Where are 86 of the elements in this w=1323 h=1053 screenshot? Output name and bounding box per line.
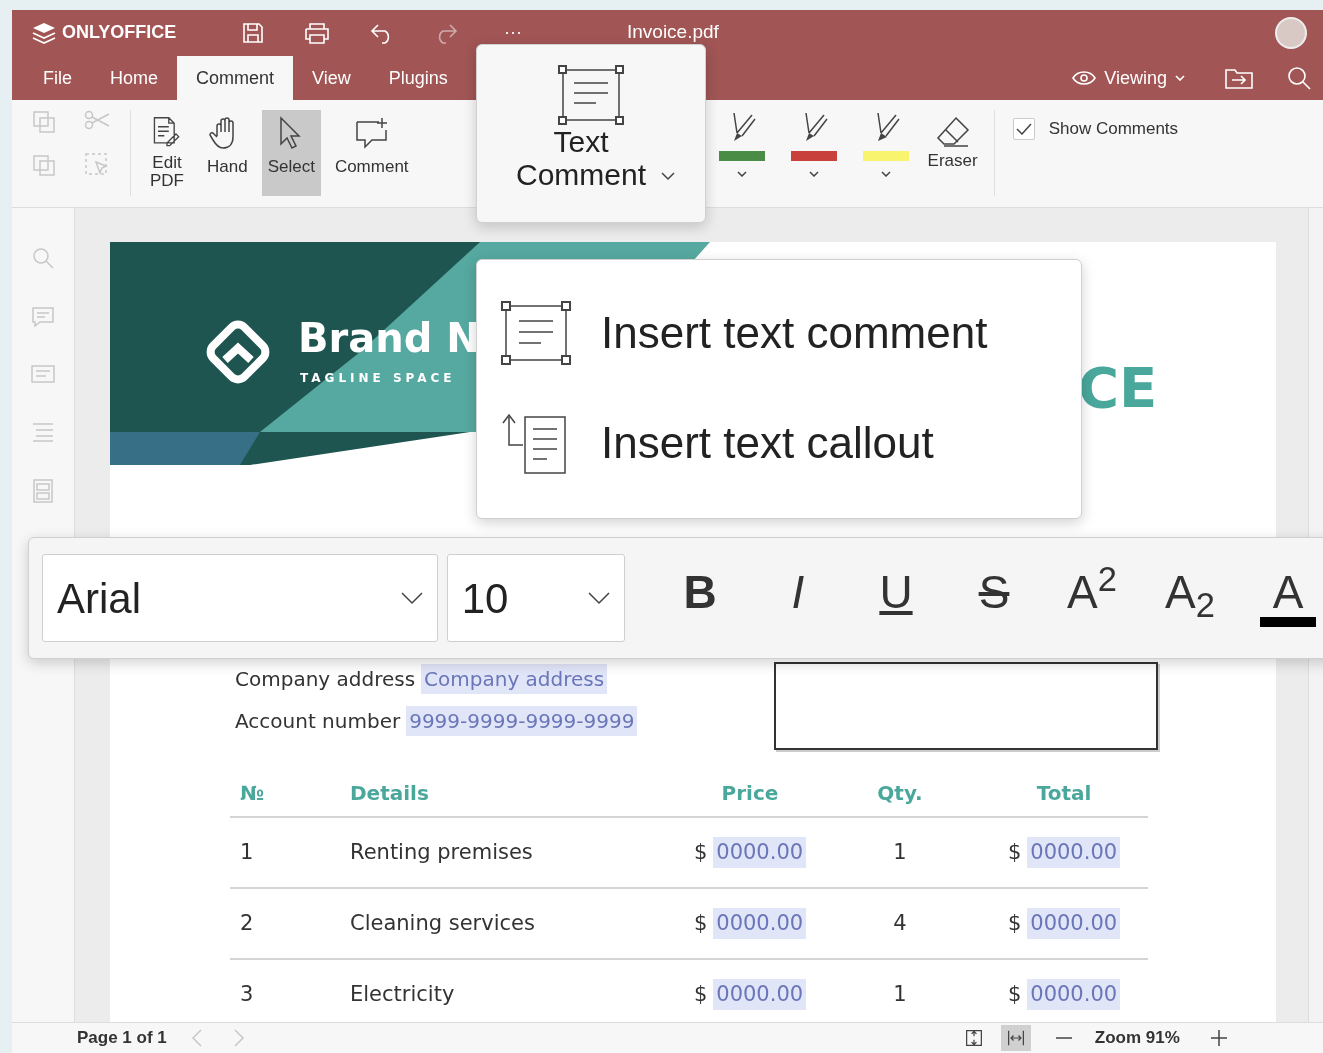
page-indicator: Page 1 of 1: [77, 1027, 167, 1050]
bold-button[interactable]: B: [651, 568, 749, 628]
tagline: TAGLINE SPACE: [300, 370, 456, 387]
caret-icon: [880, 171, 891, 177]
tab[interactable]: View: [293, 56, 370, 100]
menu-item[interactable]: Insert text callout: [501, 388, 1081, 498]
zoom-in-icon[interactable]: [1209, 1029, 1228, 1047]
color-button[interactable]: A: [1239, 568, 1323, 628]
save-icon[interactable]: [242, 21, 264, 44]
text-comment-button[interactable]: Text Comment: [476, 44, 706, 223]
italic-button[interactable]: I: [749, 568, 847, 628]
thumbnails-icon[interactable]: [32, 478, 54, 504]
amount: 0000.00: [713, 978, 807, 1011]
field-value: 9999-9999-9999-9999: [406, 706, 638, 736]
tool-button[interactable]: Comment: [328, 110, 415, 196]
more-button[interactable]: ···: [504, 19, 522, 46]
field-label: Account number: [235, 708, 401, 735]
currency-sign: $: [693, 838, 708, 866]
caret-icon: [661, 172, 675, 181]
table-cell-text: 1: [239, 838, 255, 866]
font-dropdown[interactable]: Arial: [42, 554, 438, 642]
check-icon: [1015, 122, 1032, 135]
currency-sign: $: [1007, 838, 1022, 866]
tool-button[interactable]: Hand: [201, 110, 254, 196]
document-title: Invoice.pdf: [627, 20, 719, 45]
text-comment-icon: [558, 65, 624, 125]
show-comments-checkbox[interactable]: [1012, 117, 1035, 140]
currency-sign: $: [693, 980, 708, 1008]
fit-width-button[interactable]: [1000, 1025, 1031, 1051]
zoom-level: Zoom 91%: [1094, 1027, 1180, 1050]
tab[interactable]: Home: [91, 56, 178, 100]
avatar[interactable]: [1275, 16, 1307, 49]
caret-icon: [808, 171, 819, 177]
comment-plus-icon: [353, 116, 390, 152]
tool-button[interactable]: Edit PDF: [141, 110, 193, 196]
column-header: Price: [721, 780, 779, 807]
caret-icon: [1175, 75, 1185, 81]
amount: 0000.00: [713, 907, 807, 940]
table-cell-text: 4: [893, 909, 907, 937]
table-cell-text: Cleaning services: [350, 909, 536, 937]
amount: 0000.00: [1027, 978, 1121, 1011]
print-icon[interactable]: [304, 21, 330, 44]
currency-sign: $: [1007, 909, 1022, 937]
menu-item[interactable]: Insert text comment: [501, 278, 1081, 388]
tab[interactable]: File: [24, 56, 91, 100]
eye-icon: [1072, 70, 1097, 86]
amount: 0000.00: [1027, 907, 1121, 940]
tab[interactable]: Comment: [177, 56, 294, 100]
column-header: №: [239, 780, 266, 807]
column-header: Qty.: [877, 780, 923, 807]
fit-page-icon: [964, 1027, 983, 1049]
table-cell-text: Renting premises: [350, 838, 534, 866]
font-size-dropdown[interactable]: 10: [446, 554, 625, 642]
table-cell-text: 3: [239, 980, 255, 1008]
superscript-button[interactable]: A$^{2}$: [1043, 568, 1141, 628]
text-comment-icon: [501, 301, 571, 365]
underline-button[interactable]: U: [847, 568, 945, 628]
tab[interactable]: Plugins: [369, 56, 467, 100]
logo-text: ONLYOFFICE: [62, 21, 177, 44]
table-cell-text: 1: [893, 838, 907, 866]
search-icon[interactable]: [1287, 66, 1311, 90]
currency-sign: $: [1007, 980, 1022, 1008]
eraser-button[interactable]: Eraser: [921, 110, 984, 196]
field-value: Company address: [421, 664, 608, 694]
brand-name: Brand N: [298, 316, 480, 360]
caret-icon: [588, 591, 610, 605]
column-header: Total: [1036, 780, 1092, 807]
amount: 0000.00: [713, 836, 807, 869]
field-label: Company address: [235, 666, 416, 693]
show-comments-label: Show Comments: [1048, 118, 1179, 140]
table-cell-text: 1: [893, 980, 907, 1008]
tool-button[interactable]: Select: [261, 110, 321, 196]
caret-icon: [400, 591, 423, 605]
amount: 0000.00: [1027, 836, 1121, 869]
viewing-mode-dropdown[interactable]: Viewing: [1066, 63, 1191, 93]
table-cell-text: 2: [239, 909, 255, 937]
layers-icon: [32, 21, 56, 44]
strike-button[interactable]: S: [945, 568, 1043, 628]
currency-sign: $: [693, 909, 708, 937]
caret-icon: [736, 171, 747, 177]
table-cell-text: Electricity: [350, 980, 456, 1008]
column-header: Details: [350, 780, 430, 807]
folder-arrow-icon[interactable]: [1225, 67, 1253, 89]
eraser-icon: [935, 116, 970, 148]
subscript-button[interactable]: A$_{2}$: [1141, 568, 1239, 628]
invoice-heading: CE: [1078, 360, 1158, 416]
